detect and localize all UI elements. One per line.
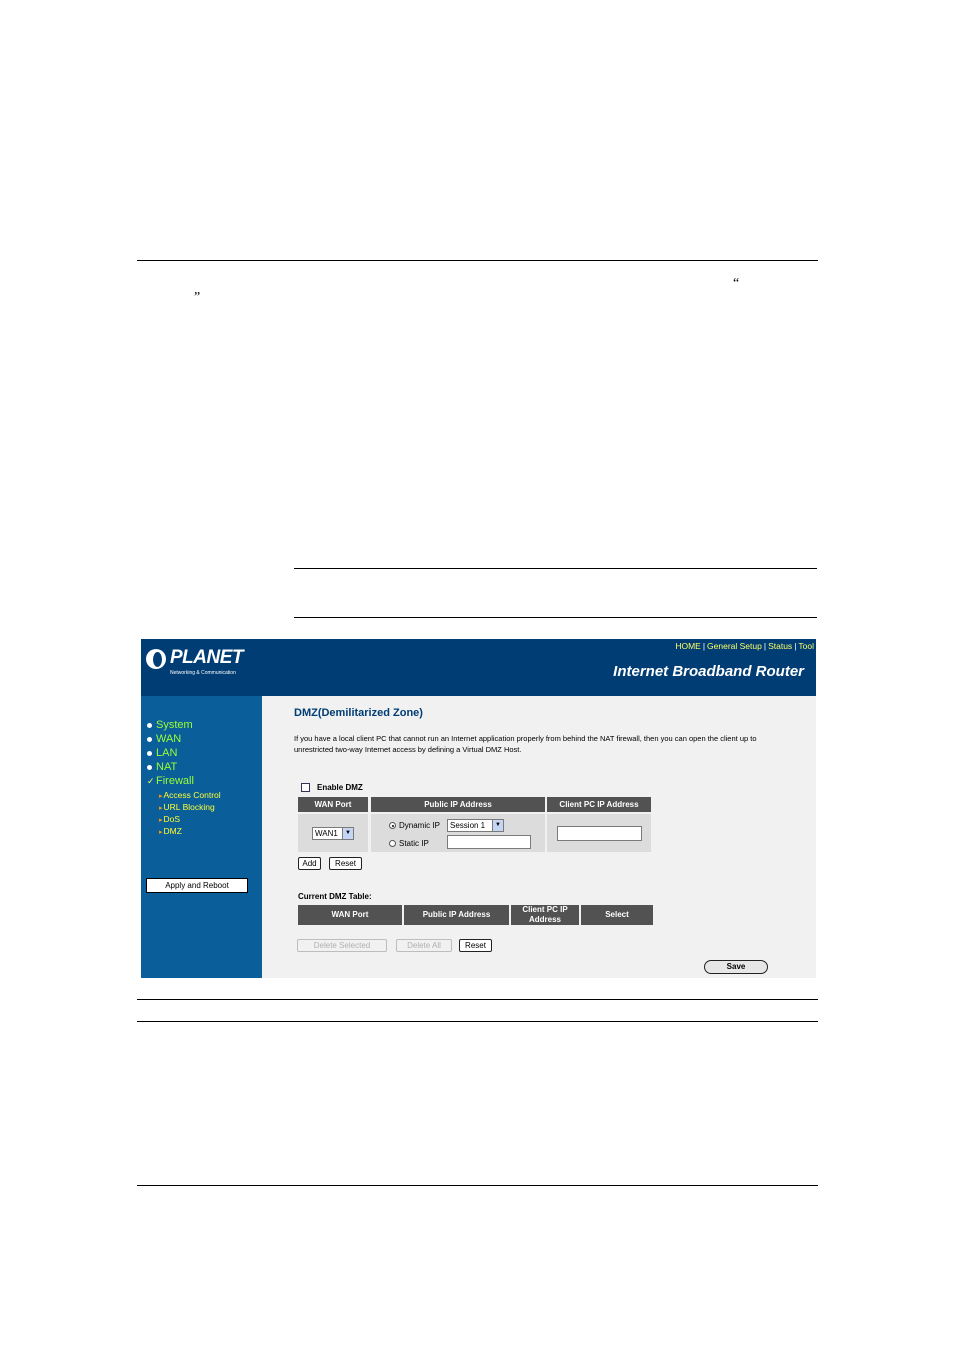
arrow-bullet-icon: ▸ xyxy=(159,805,163,812)
nav-home-link[interactable]: HOME xyxy=(675,641,701,651)
sidebar-subitem-label: URL Blocking xyxy=(163,802,215,812)
table-header-select: Select xyxy=(581,905,653,925)
planet-logo: PLANET Networking & Communication xyxy=(146,647,256,683)
static-ip-label: Static IP xyxy=(399,839,429,848)
main-panel: DMZ(Demilitarized Zone) If you have a lo… xyxy=(262,696,816,978)
sidebar-subitem-url-blocking[interactable]: ▸URL Blocking xyxy=(159,802,215,812)
logo-word: PLANET xyxy=(170,647,244,668)
arrow-bullet-icon: ▸ xyxy=(159,793,163,800)
top-nav: HOME | General Setup | Status | Tool xyxy=(675,641,814,651)
table-reset-button[interactable]: Reset xyxy=(459,939,492,952)
page-title: DMZ(Demilitarized Zone) xyxy=(294,707,423,719)
sidebar-subitem-label: DMZ xyxy=(163,826,182,836)
table-header-client-ip: Client PC IP Address xyxy=(511,905,579,925)
sidebar-item-label: Firewall xyxy=(156,775,194,787)
nav-status-link[interactable]: Status xyxy=(768,641,792,651)
wan-port-select[interactable]: WAN1 ▼ xyxy=(312,827,354,840)
static-ip-radio[interactable] xyxy=(389,840,396,847)
table-title: Current DMZ Table: xyxy=(298,892,372,901)
nav-tool-link[interactable]: Tool xyxy=(798,641,814,651)
logo-tagline: Networking & Communication xyxy=(170,670,236,676)
open-quote-mark: “ xyxy=(733,276,740,291)
apply-and-reboot-button[interactable]: Apply and Reboot xyxy=(146,878,248,893)
session-value: Session 1 xyxy=(450,821,486,830)
header-rule xyxy=(137,260,818,261)
bullet-icon xyxy=(147,736,152,742)
form-header-public-ip: Public IP Address xyxy=(371,797,545,812)
product-title: Internet Broadband Router xyxy=(613,663,804,680)
sidebar-item-firewall[interactable]: ✓Firewall xyxy=(147,775,194,787)
enable-dmz-checkbox[interactable] xyxy=(301,783,310,792)
sidebar-item-label: WAN xyxy=(156,733,182,745)
table-header-public-ip: Public IP Address xyxy=(404,905,509,925)
table-header-wan-port: WAN Port xyxy=(298,905,402,925)
caption-rule-bottom xyxy=(137,1021,818,1022)
wan-port-value: WAN1 xyxy=(315,829,338,838)
arrow-bullet-icon: ▸ xyxy=(159,817,163,824)
save-button[interactable]: Save xyxy=(704,960,768,974)
nav-separator: | xyxy=(702,641,706,651)
delete-selected-button[interactable]: Delete Selected xyxy=(297,939,387,952)
dynamic-ip-radio[interactable] xyxy=(389,822,396,829)
sidebar-item-wan[interactable]: WAN xyxy=(147,733,181,745)
bullet-icon xyxy=(147,722,152,728)
chevron-down-icon: ▼ xyxy=(342,828,353,839)
planet-globe-icon xyxy=(146,649,166,669)
sidebar-item-label: System xyxy=(156,719,193,731)
client-ip-input[interactable] xyxy=(557,826,642,841)
chevron-down-icon: ▼ xyxy=(492,820,503,831)
sidebar-subitem-dmz[interactable]: ▸DMZ xyxy=(159,826,182,836)
close-quote-mark: ” xyxy=(194,290,201,305)
footer-rule xyxy=(137,1185,818,1186)
sidebar-item-nat[interactable]: NAT xyxy=(147,761,177,773)
sidebar-subitem-label: DoS xyxy=(163,814,181,824)
sidebar-item-lan[interactable]: LAN xyxy=(147,747,177,759)
form-header-wan-port: WAN Port xyxy=(298,797,368,812)
router-screenshot: PLANET Networking & Communication HOME | G… xyxy=(141,639,816,978)
sidebar-item-label: LAN xyxy=(156,747,178,759)
nav-general-setup-link[interactable]: General Setup xyxy=(707,641,762,651)
nav-separator: | xyxy=(763,641,767,651)
bullet-icon xyxy=(147,750,152,756)
note-rule-top xyxy=(294,568,817,569)
caption-rule-top xyxy=(137,999,818,1000)
enable-dmz-label: Enable DMZ xyxy=(317,783,363,792)
static-ip-input[interactable] xyxy=(447,835,531,849)
note-rule-bottom xyxy=(294,617,817,618)
banner: PLANET Networking & Communication HOME | G… xyxy=(141,639,816,696)
bullet-icon xyxy=(147,764,152,770)
delete-all-button[interactable]: Delete All xyxy=(396,939,452,952)
page-description: If you have a local client PC that canno… xyxy=(294,734,757,754)
reset-button[interactable]: Reset xyxy=(329,857,362,870)
add-button[interactable]: Add xyxy=(298,857,321,870)
sidebar: System WAN LAN NAT ✓Firewall ▸Access Con… xyxy=(141,696,262,978)
session-select[interactable]: Session 1 ▼ xyxy=(447,819,504,832)
sidebar-item-label: NAT xyxy=(156,761,178,773)
checkmark-icon: ✓ xyxy=(147,776,155,786)
nav-separator: | xyxy=(794,641,797,651)
form-header-client-ip: Client PC IP Address xyxy=(547,797,651,812)
sidebar-subitem-label: Access Control xyxy=(163,790,221,800)
sidebar-item-system[interactable]: System xyxy=(147,719,193,731)
dynamic-ip-label: Dynamic IP xyxy=(399,821,440,830)
sidebar-subitem-dos[interactable]: ▸DoS xyxy=(159,814,180,824)
arrow-bullet-icon: ▸ xyxy=(159,829,163,836)
sidebar-subitem-access-control[interactable]: ▸Access Control xyxy=(159,790,221,800)
